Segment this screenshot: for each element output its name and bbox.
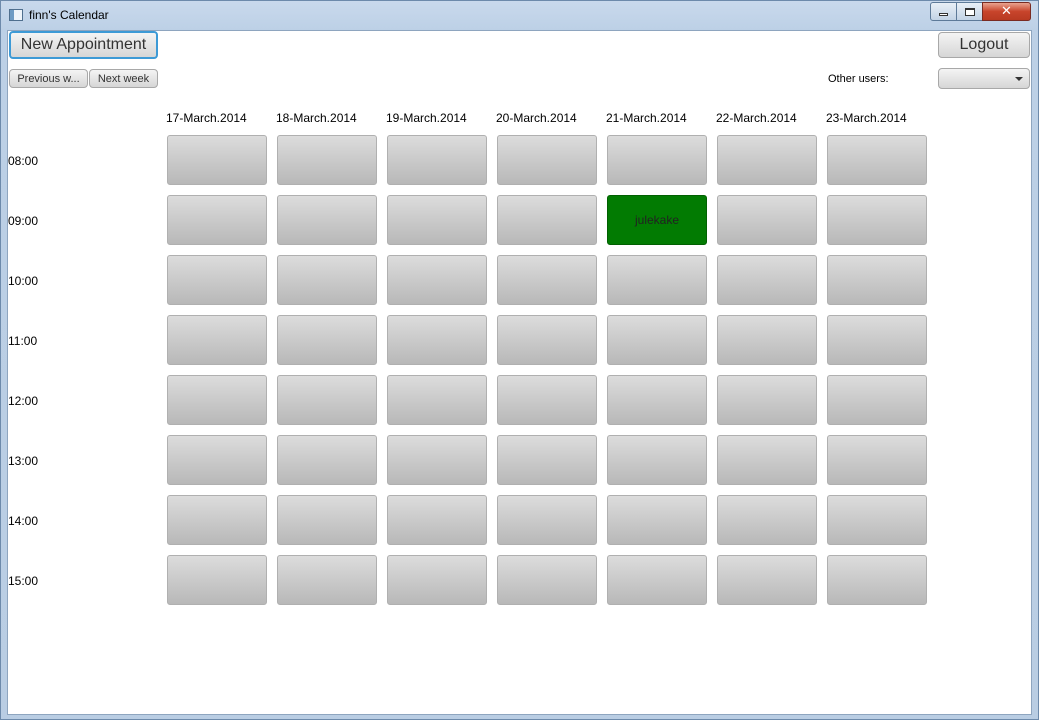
time-slot[interactable] <box>277 435 377 485</box>
time-slot[interactable] <box>607 435 707 485</box>
time-slot[interactable] <box>717 255 817 305</box>
time-slot[interactable] <box>497 195 597 245</box>
time-slot[interactable] <box>497 315 597 365</box>
time-slot[interactable] <box>607 135 707 185</box>
logout-button[interactable]: Logout <box>938 32 1030 58</box>
time-slot[interactable] <box>387 555 487 605</box>
time-slot[interactable] <box>497 435 597 485</box>
previous-week-button[interactable]: Previous w... <box>9 69 88 88</box>
maximize-button[interactable] <box>956 2 983 21</box>
next-week-button[interactable]: Next week <box>89 69 158 88</box>
close-icon: ✕ <box>1001 4 1012 19</box>
time-slot[interactable] <box>497 255 597 305</box>
minimize-button[interactable] <box>930 2 957 21</box>
appointment-title: julekake <box>634 213 680 227</box>
time-slot[interactable] <box>167 315 267 365</box>
window-title: finn's Calendar <box>29 8 109 22</box>
time-slot[interactable] <box>387 315 487 365</box>
time-slot[interactable] <box>827 135 927 185</box>
calendar-view: New Appointment Logout Previous w... Nex… <box>7 30 1032 715</box>
time-slot[interactable] <box>167 255 267 305</box>
time-slot[interactable] <box>607 375 707 425</box>
time-slot[interactable] <box>167 495 267 545</box>
day-header: 18-March.2014 <box>276 111 357 125</box>
time-slot[interactable] <box>607 255 707 305</box>
time-slot[interactable] <box>827 315 927 365</box>
time-label: 14:00 <box>8 514 39 528</box>
day-header: 20-March.2014 <box>496 111 577 125</box>
time-slot[interactable] <box>497 495 597 545</box>
time-slot[interactable] <box>827 195 927 245</box>
time-slot[interactable] <box>387 495 487 545</box>
dropdown-arrow-icon <box>1015 77 1023 81</box>
time-slot[interactable] <box>607 315 707 365</box>
other-users-label: Other users: <box>828 73 889 85</box>
time-slot[interactable] <box>277 315 377 365</box>
time-label: 08:00 <box>8 154 39 168</box>
new-appointment-button[interactable]: New Appointment <box>9 31 158 59</box>
time-slot[interactable] <box>717 555 817 605</box>
time-slot[interactable] <box>827 495 927 545</box>
appointment-slot[interactable]: julekake <box>607 195 707 245</box>
time-slot[interactable] <box>387 255 487 305</box>
time-label: 09:00 <box>8 214 39 228</box>
time-slot[interactable] <box>277 135 377 185</box>
time-slot[interactable] <box>387 435 487 485</box>
time-slot[interactable] <box>717 195 817 245</box>
time-label: 11:00 <box>8 334 38 348</box>
title-bar[interactable]: finn's Calendar ✕ <box>1 1 1038 29</box>
time-slot[interactable] <box>167 135 267 185</box>
time-slot[interactable] <box>387 375 487 425</box>
day-header: 22-March.2014 <box>716 111 797 125</box>
time-label: 12:00 <box>8 394 39 408</box>
time-slot[interactable] <box>827 375 927 425</box>
minimize-icon <box>939 13 948 16</box>
app-icon <box>9 9 23 21</box>
time-slot[interactable] <box>277 495 377 545</box>
app-window: finn's Calendar ✕ New Appointment Logout… <box>0 0 1039 720</box>
time-slot[interactable] <box>607 555 707 605</box>
maximize-icon <box>964 7 975 16</box>
time-slot[interactable] <box>717 435 817 485</box>
time-slot[interactable] <box>277 375 377 425</box>
time-slot[interactable] <box>167 375 267 425</box>
time-slot[interactable] <box>167 195 267 245</box>
time-slot[interactable] <box>277 255 377 305</box>
time-slot[interactable] <box>607 495 707 545</box>
time-label: 15:00 <box>8 574 39 588</box>
time-slot[interactable] <box>167 555 267 605</box>
time-slot[interactable] <box>827 255 927 305</box>
day-header: 21-March.2014 <box>606 111 687 125</box>
time-slot[interactable] <box>387 135 487 185</box>
time-slot[interactable] <box>717 135 817 185</box>
day-header: 17-March.2014 <box>166 111 247 125</box>
time-slot[interactable] <box>497 555 597 605</box>
day-header: 19-March.2014 <box>386 111 467 125</box>
time-slot[interactable] <box>497 135 597 185</box>
time-label: 13:00 <box>8 454 39 468</box>
other-users-select[interactable] <box>938 68 1030 89</box>
time-slot[interactable] <box>277 555 377 605</box>
time-slot[interactable] <box>827 435 927 485</box>
time-slot[interactable] <box>277 195 377 245</box>
close-button[interactable]: ✕ <box>982 2 1031 21</box>
time-slot[interactable] <box>827 555 927 605</box>
day-header: 23-March.2014 <box>826 111 907 125</box>
time-label: 10:00 <box>8 274 39 288</box>
time-slot[interactable] <box>497 375 597 425</box>
time-slot[interactable] <box>387 195 487 245</box>
time-slot[interactable] <box>167 435 267 485</box>
time-slot[interactable] <box>717 315 817 365</box>
time-slot[interactable] <box>717 375 817 425</box>
time-slot[interactable] <box>717 495 817 545</box>
